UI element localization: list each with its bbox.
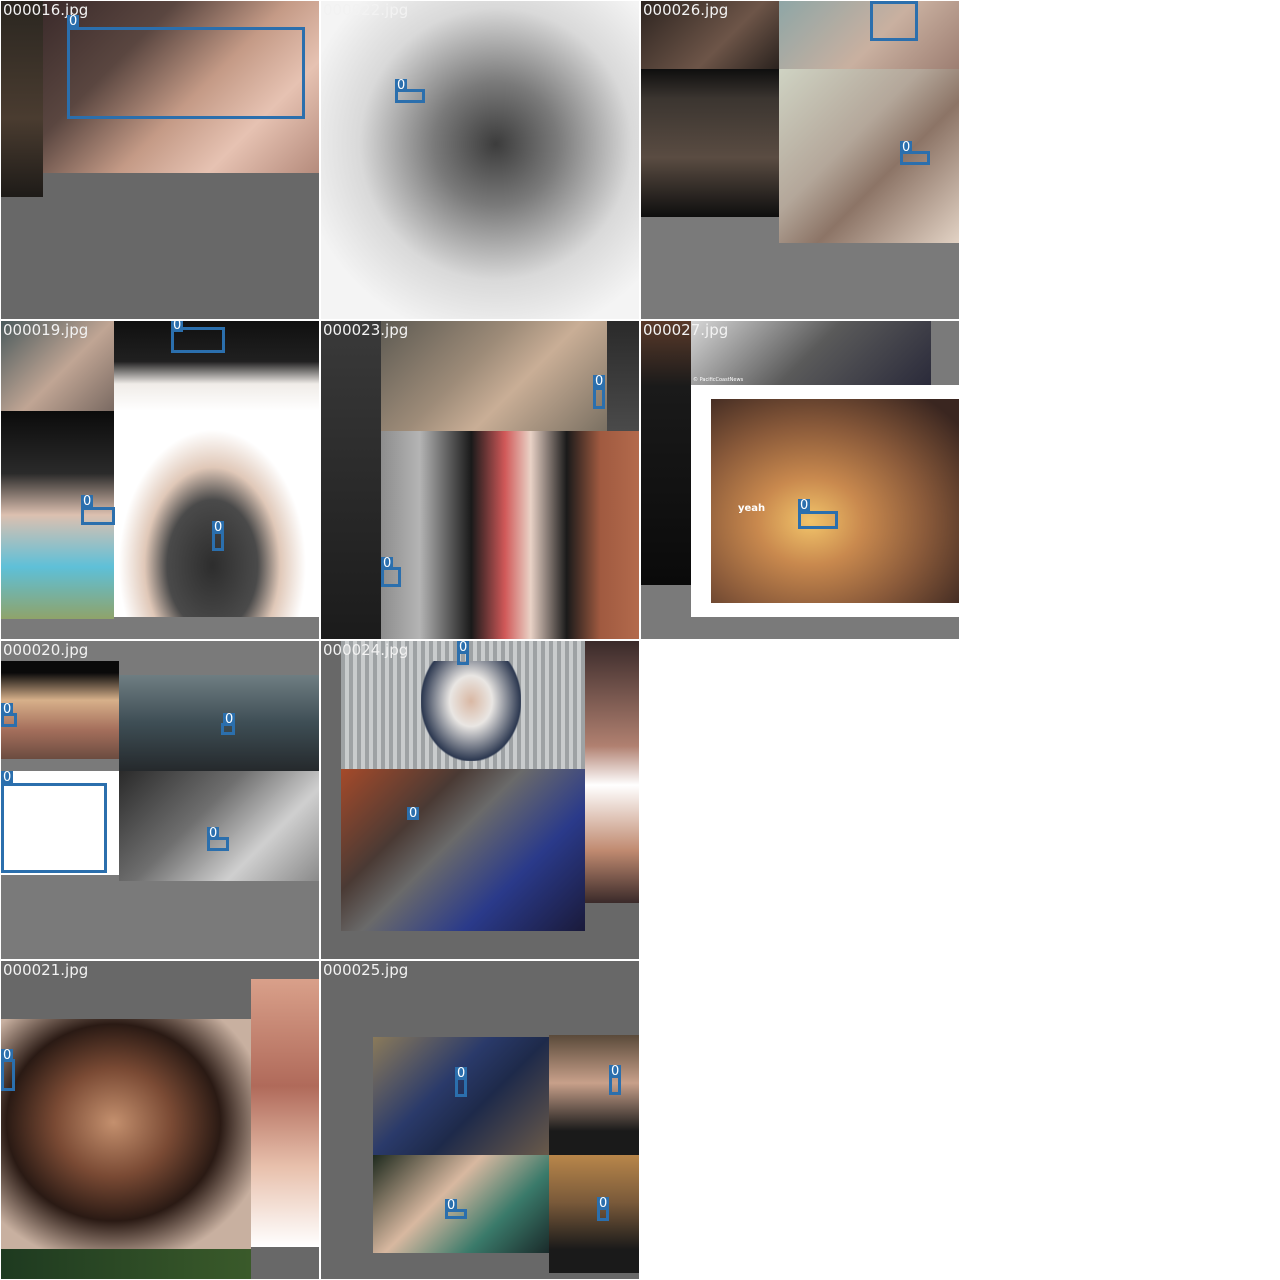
photo-region	[321, 321, 381, 639]
detection-box	[67, 27, 305, 119]
mosaic-tile: 000016.jpg 0	[1, 1, 319, 319]
photo-region	[381, 431, 639, 639]
photo-region	[549, 1035, 639, 1155]
class-label: 0	[1, 1048, 14, 1063]
photo-region	[711, 399, 959, 603]
class-label: 0	[798, 498, 811, 513]
photo-region	[607, 321, 639, 431]
mosaic-tile: yeah © PacificCoastNews 000027.jpg 0	[641, 321, 959, 639]
filename-label: 000024.jpg	[323, 641, 409, 659]
class-label: 0	[212, 520, 225, 535]
detection-box	[1, 783, 107, 873]
photo-region	[641, 69, 779, 217]
detection-box	[870, 1, 918, 41]
photo-region	[381, 321, 607, 431]
photo-region	[341, 769, 585, 931]
class-label: 0	[597, 1196, 610, 1211]
class-label: 0	[1, 702, 14, 717]
detection-box	[81, 507, 115, 525]
photo-region	[251, 979, 319, 1247]
class-label: 0	[1, 770, 14, 785]
filename-label: 000019.jpg	[3, 321, 89, 339]
photo-region	[585, 641, 639, 903]
photo-region	[321, 1, 639, 319]
mosaic-tile: 000020.jpg 0 0 0 0	[1, 641, 319, 959]
photo-region	[1, 1249, 251, 1279]
photo-region	[779, 1, 959, 69]
detection-box	[1, 1059, 15, 1091]
filename-label: 000026.jpg	[643, 1, 729, 19]
detection-box	[798, 511, 838, 529]
photo-region	[549, 1155, 639, 1273]
photo-region	[1, 1019, 251, 1249]
image-credit: © PacificCoastNews	[693, 377, 744, 383]
mosaic-tile: 000025.jpg 0 0 0 0	[321, 961, 639, 1279]
class-label: 0	[445, 1198, 458, 1213]
photo-region	[1, 661, 119, 759]
photo-region	[421, 661, 521, 761]
class-label: 0	[67, 14, 80, 29]
photo-region	[1, 1, 43, 197]
class-label: 0	[207, 826, 220, 841]
filename-label: 000022.jpg	[323, 1, 409, 19]
class-label: 0	[223, 712, 236, 727]
filename-label: 000021.jpg	[3, 961, 89, 979]
mosaic-tile: 000022.jpg 0	[321, 1, 639, 319]
class-label: 0	[171, 321, 184, 333]
photo-region	[114, 411, 319, 617]
image-caption: yeah	[738, 503, 766, 514]
filename-label: 000020.jpg	[3, 641, 89, 659]
class-label: 0	[407, 806, 420, 821]
class-label: 0	[457, 641, 470, 655]
filename-label: 000027.jpg	[643, 321, 729, 339]
filename-label: 000025.jpg	[323, 961, 409, 979]
class-label: 0	[395, 78, 408, 93]
photo-region	[641, 321, 691, 585]
class-label: 0	[900, 140, 913, 155]
mosaic-tile: 000023.jpg 0 0	[321, 321, 639, 639]
photo-region	[119, 771, 319, 881]
class-label: 0	[455, 1066, 468, 1081]
filename-label: 000023.jpg	[323, 321, 409, 339]
photo-region	[119, 675, 319, 771]
photo-region	[373, 1155, 549, 1253]
class-label: 0	[593, 374, 606, 389]
mosaic-tile: 000019.jpg 0 0 0	[1, 321, 319, 639]
class-label: 0	[609, 1064, 622, 1079]
class-label: 0	[381, 556, 394, 571]
detection-box	[593, 387, 605, 409]
class-label: 0	[81, 494, 94, 509]
mosaic-tile: 000021.jpg 0	[1, 961, 319, 1279]
mosaic-tile: 000024.jpg 0 0	[321, 641, 639, 959]
photo-region	[779, 69, 959, 243]
mosaic-tile: 000026.jpg 0	[641, 1, 959, 319]
